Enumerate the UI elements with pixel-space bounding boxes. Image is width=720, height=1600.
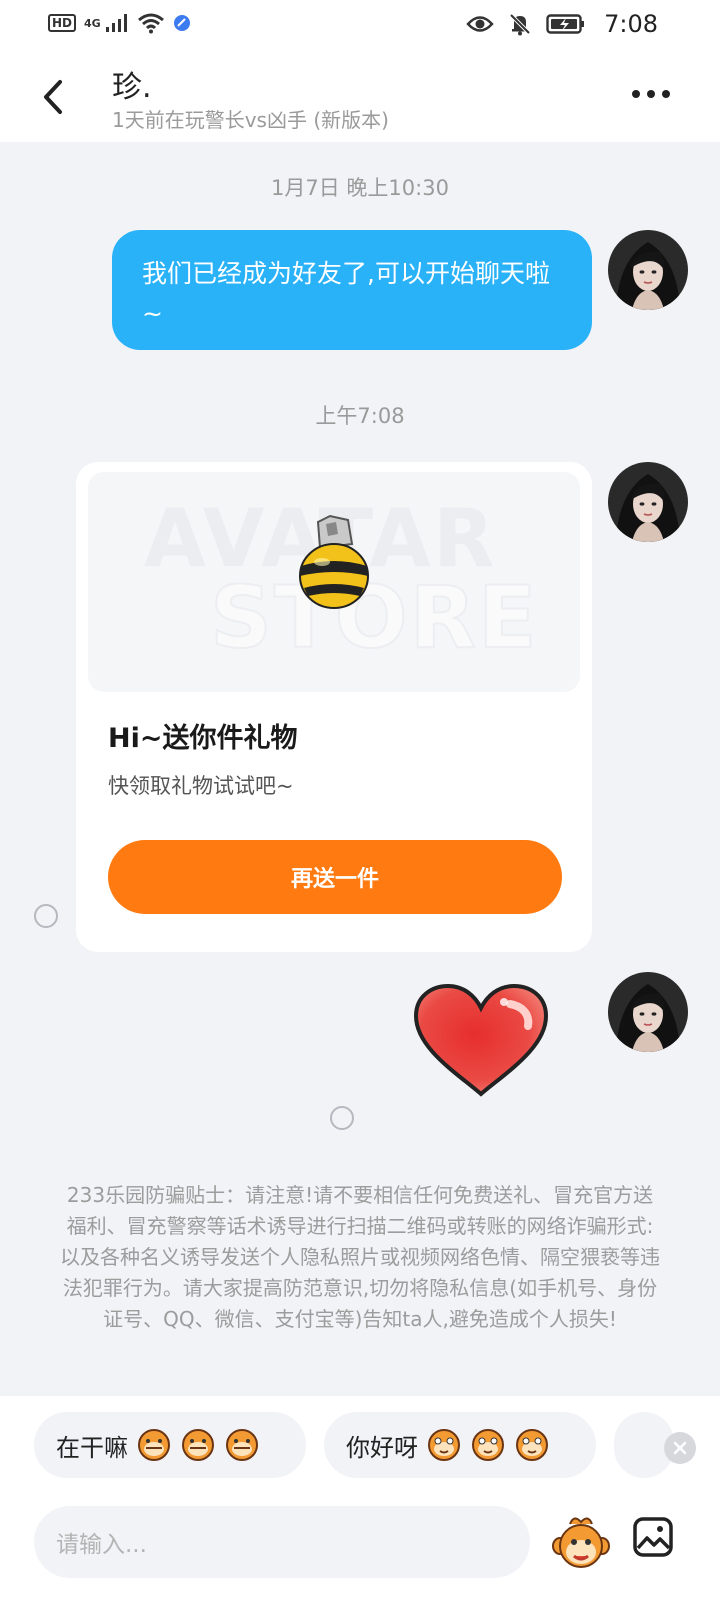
back-button[interactable] bbox=[40, 78, 66, 120]
message-timestamp: 上午7:08 bbox=[315, 404, 405, 428]
signal-icon bbox=[105, 14, 127, 32]
message-input-placeholder: 请输入... bbox=[56, 1532, 147, 1558]
bee-costume-icon bbox=[299, 514, 369, 609]
gift-card-description: 快领取礼物试试吧~ bbox=[108, 774, 294, 798]
monkey-emoji-icon bbox=[428, 1429, 460, 1461]
contact-name: 珍. bbox=[112, 70, 152, 105]
heart-sticker-icon[interactable] bbox=[410, 982, 552, 1100]
close-icon bbox=[673, 1441, 687, 1455]
image-picker-icon[interactable] bbox=[632, 1516, 674, 1558]
text-message-bubble[interactable]: 我们已经成为好友了,可以开始聊天啦~ bbox=[112, 230, 592, 350]
watermark-text: STORE bbox=[209, 567, 539, 669]
chat-input-area: 在干嘛 你好呀 请输入... bbox=[0, 1396, 720, 1600]
more-dot-icon bbox=[647, 90, 655, 98]
close-quick-replies-button[interactable] bbox=[664, 1432, 696, 1464]
message-status-circle-icon bbox=[330, 1106, 354, 1130]
user-avatar-icon bbox=[608, 462, 688, 542]
more-dot-icon bbox=[632, 90, 640, 98]
monkey-emoji-icon bbox=[138, 1429, 170, 1461]
avatar[interactable] bbox=[608, 462, 688, 542]
more-options-button[interactable] bbox=[632, 90, 670, 98]
monkey-emoji-icon bbox=[182, 1429, 214, 1461]
monkey-emoji-icon bbox=[226, 1429, 258, 1461]
battery-charging-icon bbox=[546, 14, 584, 34]
monkey-emoji-icon bbox=[472, 1429, 504, 1461]
eye-comfort-icon bbox=[466, 16, 494, 32]
network-type-label: 4G bbox=[84, 16, 101, 30]
user-avatar-icon bbox=[608, 230, 688, 310]
anti-fraud-tip: 233乐园防骗贴士：请注意!请不要相信任何免费送礼、冒充官方送福利、冒充警察等话… bbox=[60, 1183, 660, 1331]
monkey-emoji-button-icon[interactable] bbox=[552, 1514, 610, 1572]
quick-reply-chip[interactable]: 在干嘛 bbox=[34, 1412, 306, 1478]
status-time: 7:08 bbox=[604, 10, 658, 38]
user-avatar-icon bbox=[608, 972, 688, 1052]
mute-bell-icon bbox=[509, 13, 531, 36]
monkey-emoji-icon bbox=[516, 1429, 548, 1461]
more-dot-icon bbox=[662, 90, 670, 98]
status-bar-right bbox=[466, 12, 586, 36]
avatar[interactable] bbox=[608, 230, 688, 310]
back-arrow-icon bbox=[44, 80, 62, 114]
gift-card-title: Hi~送你件礼物 bbox=[108, 723, 298, 754]
quick-reply-label: 在干嘛 bbox=[56, 1433, 128, 1462]
wifi-icon bbox=[137, 13, 164, 34]
hd-icon: HD bbox=[48, 14, 77, 32]
quick-reply-chip[interactable]: 你好呀 bbox=[324, 1412, 596, 1478]
app-notification-icon bbox=[173, 15, 190, 31]
chat-header: 珍. 1天前在玩警长vs凶手 (新版本) bbox=[0, 50, 720, 142]
contact-status: 1天前在玩警长vs凶手 (新版本) bbox=[112, 108, 389, 132]
status-bar-left: HD 4G bbox=[48, 12, 191, 34]
send-another-gift-button[interactable]: 再送一件 bbox=[108, 840, 562, 914]
gift-card[interactable]: AVATAR STORE Hi~送你件礼物 快领取礼物试试吧~ 再送一件 bbox=[76, 462, 592, 952]
status-bar: HD 4G 7:08 bbox=[0, 0, 720, 50]
avatar[interactable] bbox=[608, 972, 688, 1052]
message-timestamp: 1月7日 晚上10:30 bbox=[271, 176, 449, 200]
gift-image: AVATAR STORE bbox=[88, 472, 580, 692]
message-status-circle-icon bbox=[34, 904, 58, 928]
quick-reply-label: 你好呀 bbox=[346, 1433, 418, 1462]
message-input[interactable]: 请输入... bbox=[34, 1506, 530, 1578]
